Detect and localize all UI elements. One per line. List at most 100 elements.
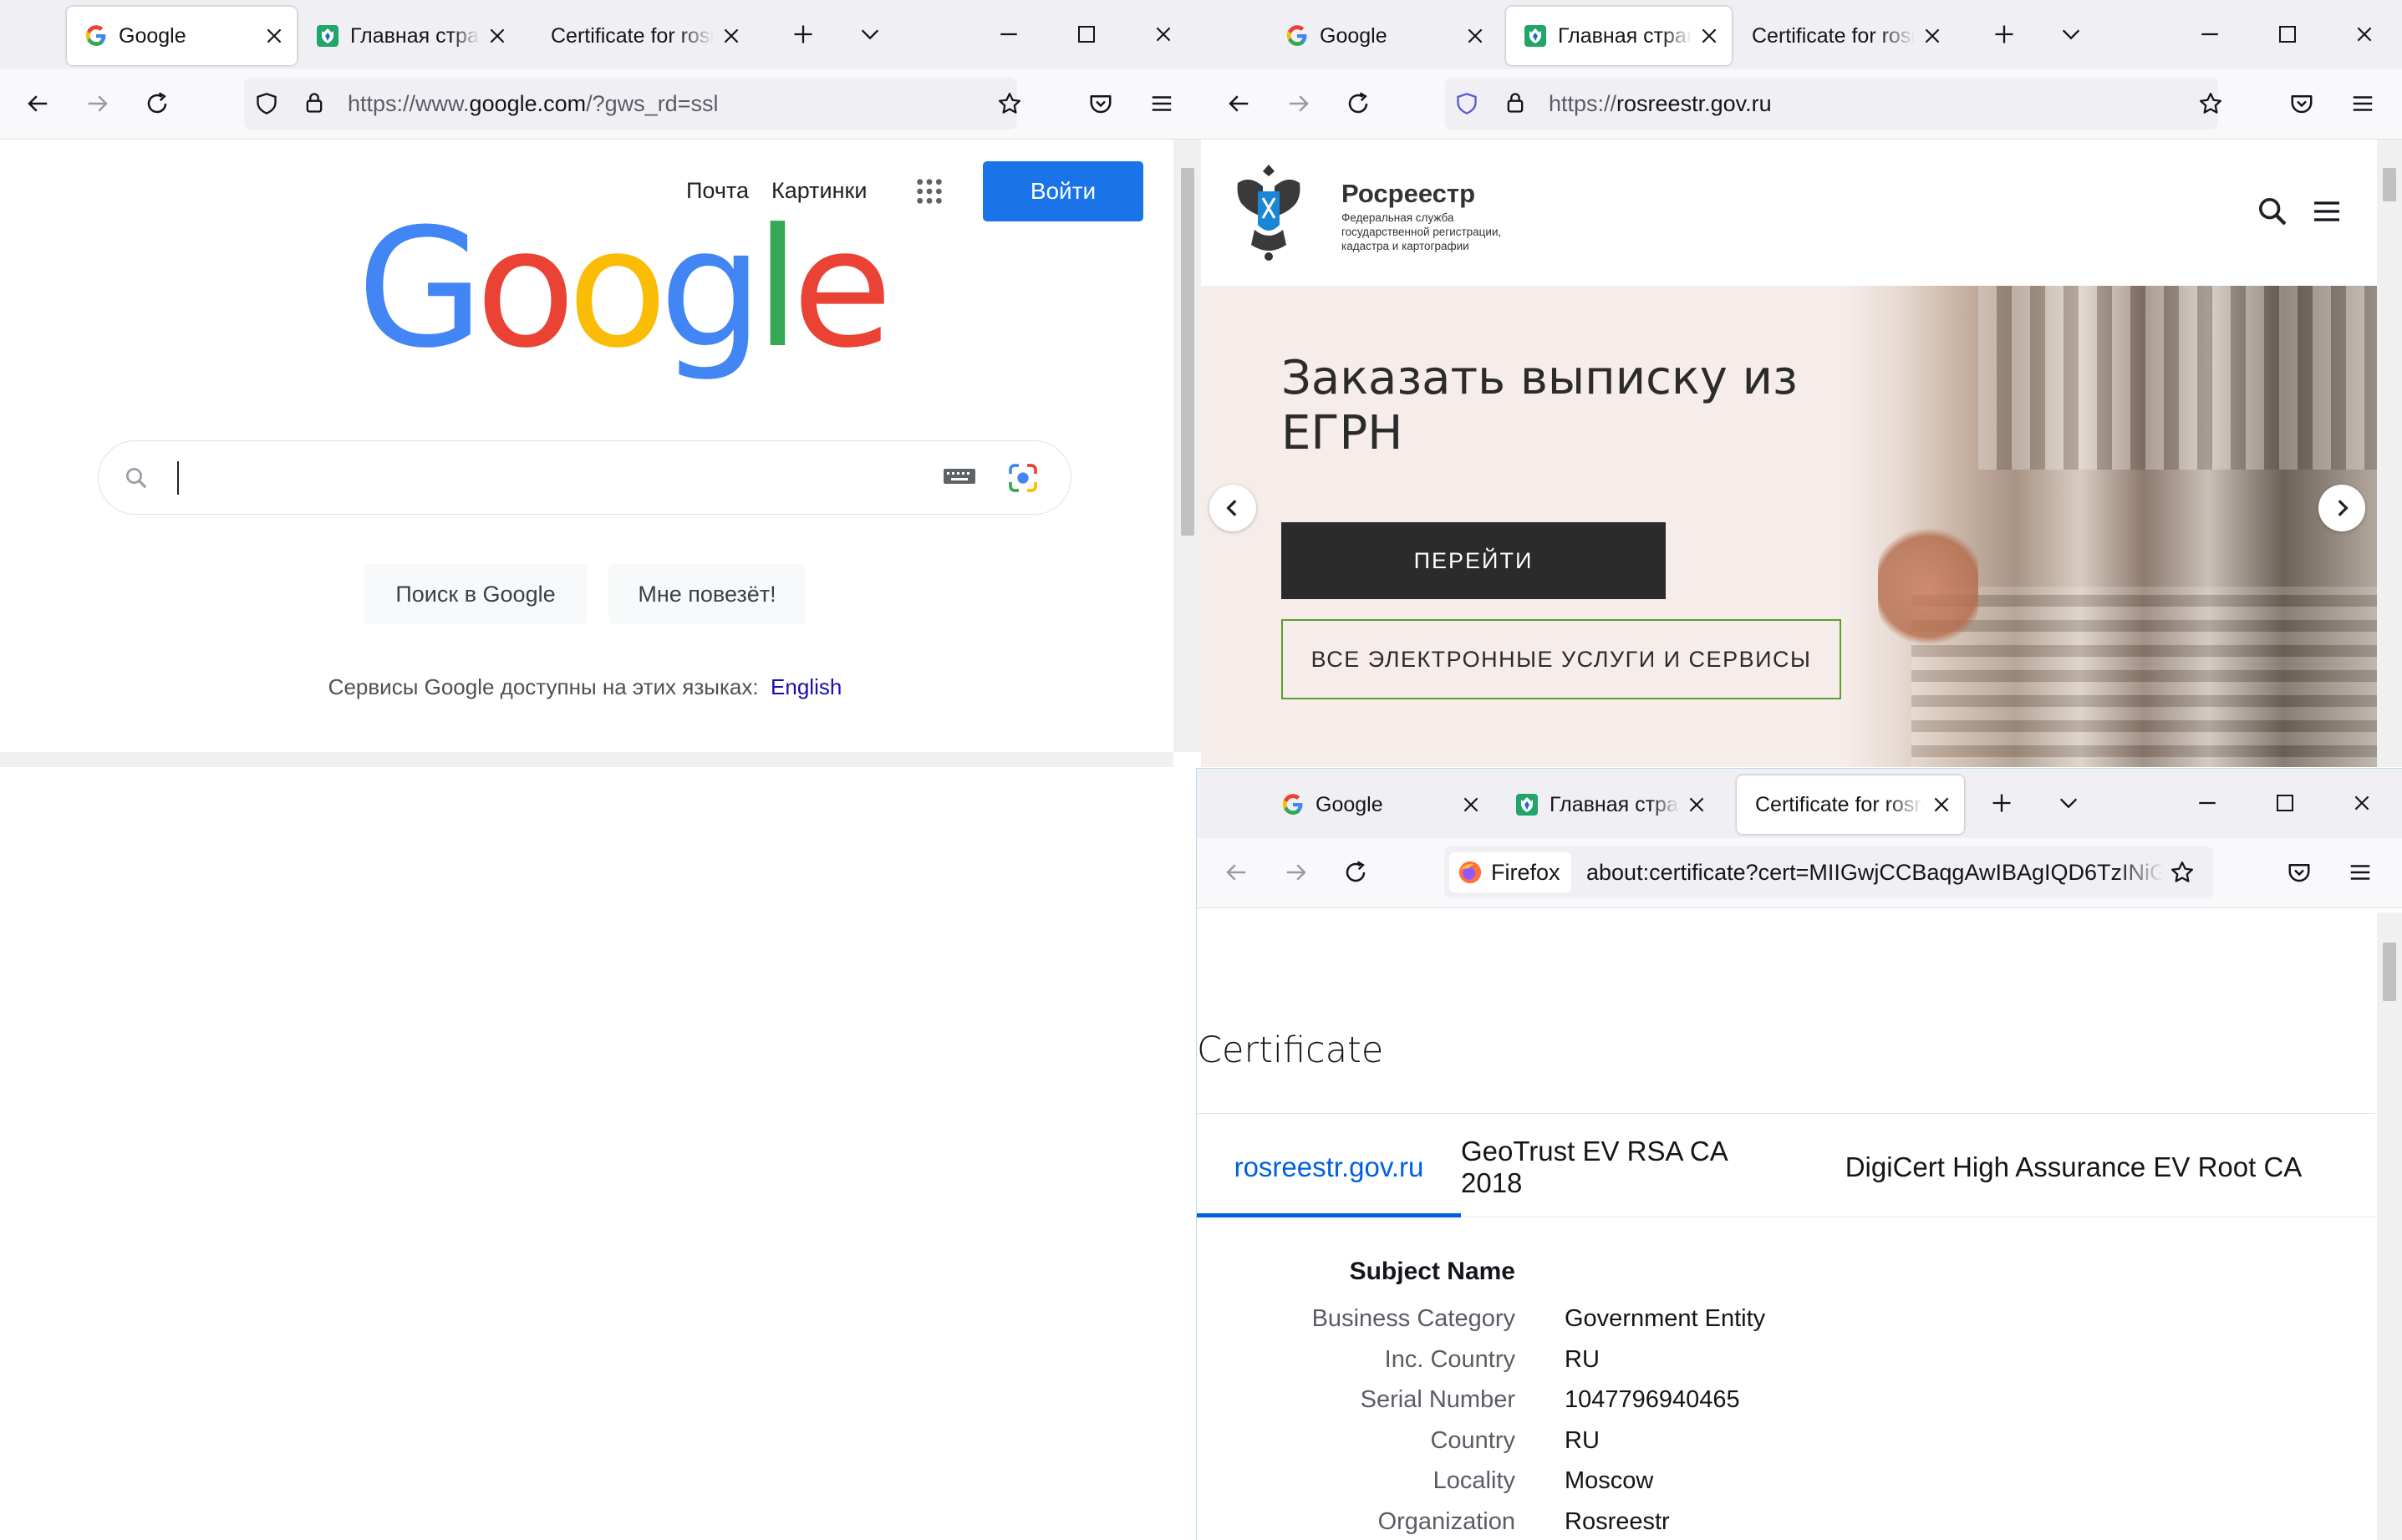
list-tabs-button[interactable] [2049, 784, 2088, 822]
identity-box[interactable]: Firefox [1449, 852, 1571, 892]
scrollbar[interactable] [1173, 140, 1201, 752]
hero-title: Заказать выписку из ЕГРН [1281, 351, 1798, 460]
minimize-button[interactable] [2188, 784, 2226, 822]
maximize-button[interactable] [2268, 15, 2307, 53]
new-tab-button[interactable] [784, 15, 822, 53]
horizontal-scrollbar[interactable] [0, 752, 1173, 767]
url-bar[interactable]: https://rosreestr.gov.ru [1445, 78, 2218, 130]
url-text[interactable]: https://rosreestr.gov.ru [1549, 78, 2201, 130]
forward-icon [1284, 860, 1309, 885]
scrollbar-thumb[interactable] [2383, 943, 2396, 1001]
close-icon[interactable] [720, 25, 742, 47]
star-icon[interactable] [2170, 860, 2195, 885]
english-link[interactable]: English [771, 674, 842, 699]
cert-tab-geotrust[interactable]: GeoTrust EV RSA CA 2018 [1461, 1121, 1762, 1213]
list-tabs-button[interactable] [851, 15, 889, 53]
app-menu-button[interactable] [2339, 851, 2381, 893]
coat-of-arms-logo[interactable] [1233, 158, 1305, 263]
close-icon[interactable] [1464, 25, 1486, 47]
reload-button[interactable] [1335, 851, 1377, 893]
search-input[interactable] [177, 461, 179, 495]
cert-tab-digicert[interactable]: DigiCert High Assurance EV Root CA [1779, 1121, 2369, 1213]
plus-icon [1990, 791, 2013, 815]
page-content: Certificate rosreestr.gov.ru GeoTrust EV… [1197, 912, 2402, 1540]
maximize-button[interactable] [1067, 15, 1106, 53]
keyboard-icon[interactable] [943, 465, 976, 487]
logo-letter: g [659, 194, 763, 384]
tab-rosreestr[interactable]: Главная страница [298, 7, 520, 65]
close-icon[interactable] [1460, 794, 1482, 816]
tab-google[interactable]: Google [1268, 7, 1498, 65]
tab-certificate[interactable]: Certificate for rosreestr.gov.ru [1733, 7, 1955, 65]
back-button[interactable] [17, 83, 59, 125]
close-icon[interactable] [486, 25, 508, 47]
lock-icon[interactable] [303, 91, 326, 114]
tab-label: Главная страница [1558, 23, 1692, 48]
rosreestr-favicon [317, 25, 338, 47]
back-button[interactable] [1218, 83, 1260, 125]
signin-button[interactable]: Войти [983, 161, 1143, 221]
close-icon[interactable] [1698, 25, 1720, 47]
maximize-button[interactable] [2266, 784, 2304, 822]
tab-rosreestr[interactable]: Главная страница [1506, 7, 1732, 65]
pocket-button[interactable] [1080, 83, 1122, 125]
close-window-button[interactable] [2345, 15, 2384, 53]
google-search-button[interactable]: Поиск в Google [364, 564, 587, 624]
close-window-button[interactable] [2343, 784, 2381, 822]
url-text[interactable]: https://www.google.com/?gws_rd=ssl [348, 78, 1000, 130]
minimize-button[interactable] [990, 15, 1028, 53]
close-icon[interactable] [1921, 25, 1943, 47]
new-tab-button[interactable] [1985, 15, 2023, 53]
feeling-lucky-button[interactable]: Мне повезёт! [608, 564, 806, 624]
nav-bar: https://rosreestr.gov.ru [1201, 69, 2402, 140]
all-services-button[interactable]: ВСЕ ЭЛЕКТРОННЫЕ УСЛУГИ И СЕРВИСЫ [1281, 619, 1841, 699]
app-menu-button[interactable] [1141, 83, 1183, 125]
list-tabs-button[interactable] [2052, 15, 2090, 53]
slider-prev-button[interactable] [1209, 485, 1256, 531]
cert-tab-rosreestr[interactable]: rosreestr.gov.ru [1197, 1121, 1461, 1217]
scrollbar[interactable] [2377, 140, 2402, 767]
back-button[interactable] [1215, 851, 1257, 893]
url-bar[interactable]: https://www.google.com/?gws_rd=ssl [244, 78, 1017, 130]
tab-google[interactable]: Google [1264, 775, 1494, 834]
apps-icon[interactable] [915, 177, 944, 206]
reload-button[interactable] [136, 83, 178, 125]
tab-google[interactable]: Google [67, 7, 297, 65]
url-bar[interactable]: Firefox about:certificate?cert=MIIGwjCCB… [1444, 846, 2213, 898]
url-text[interactable]: about:certificate?cert=MIIGwjCCBaqgAwIBA… [1586, 846, 2163, 898]
search-icon[interactable] [2256, 195, 2289, 228]
shield-icon[interactable] [255, 92, 278, 115]
slider-next-button[interactable] [2318, 485, 2365, 531]
reload-button[interactable] [1337, 83, 1379, 125]
pocket-button[interactable] [2278, 851, 2320, 893]
close-icon[interactable] [1686, 794, 1707, 816]
star-icon[interactable] [2198, 91, 2223, 116]
menu-icon[interactable] [2310, 195, 2343, 228]
tab-rosreestr[interactable]: Главная страница [1498, 775, 1719, 834]
forward-button[interactable] [1275, 851, 1317, 893]
app-menu-button[interactable] [2342, 83, 2384, 125]
tab-strip: Google Главная страница Certificate for … [0, 0, 1201, 69]
pocket-button[interactable] [2281, 83, 2323, 125]
forward-button[interactable] [1278, 83, 1320, 125]
tab-certificate[interactable]: Certificate for rosreestr.gov.ru [532, 7, 754, 65]
search-box[interactable] [98, 440, 1071, 515]
close-window-button[interactable] [1144, 15, 1183, 53]
new-tab-button[interactable] [1982, 784, 2021, 822]
scrollbar-thumb[interactable] [1181, 168, 1194, 536]
nav-bar: Firefox about:certificate?cert=MIIGwjCCB… [1197, 838, 2402, 908]
scrollbar-thumb[interactable] [2383, 168, 2396, 201]
go-button[interactable]: ПЕРЕЙТИ [1281, 522, 1666, 599]
minimize-button[interactable] [2191, 15, 2229, 53]
camera-icon[interactable] [1006, 461, 1040, 495]
scrollbar[interactable] [2377, 912, 2402, 1540]
forward-button[interactable] [77, 83, 119, 125]
close-icon[interactable] [1931, 794, 1952, 816]
close-icon[interactable] [263, 25, 285, 47]
field-label: Serial Number [1360, 1386, 1515, 1413]
tab-certificate[interactable]: Certificate for rosreestr.gov.ru [1737, 775, 1964, 834]
arrow-left-icon [1226, 500, 1237, 516]
shield-icon[interactable] [1455, 92, 1478, 115]
star-icon[interactable] [997, 91, 1022, 116]
lock-icon[interactable] [1504, 91, 1527, 114]
